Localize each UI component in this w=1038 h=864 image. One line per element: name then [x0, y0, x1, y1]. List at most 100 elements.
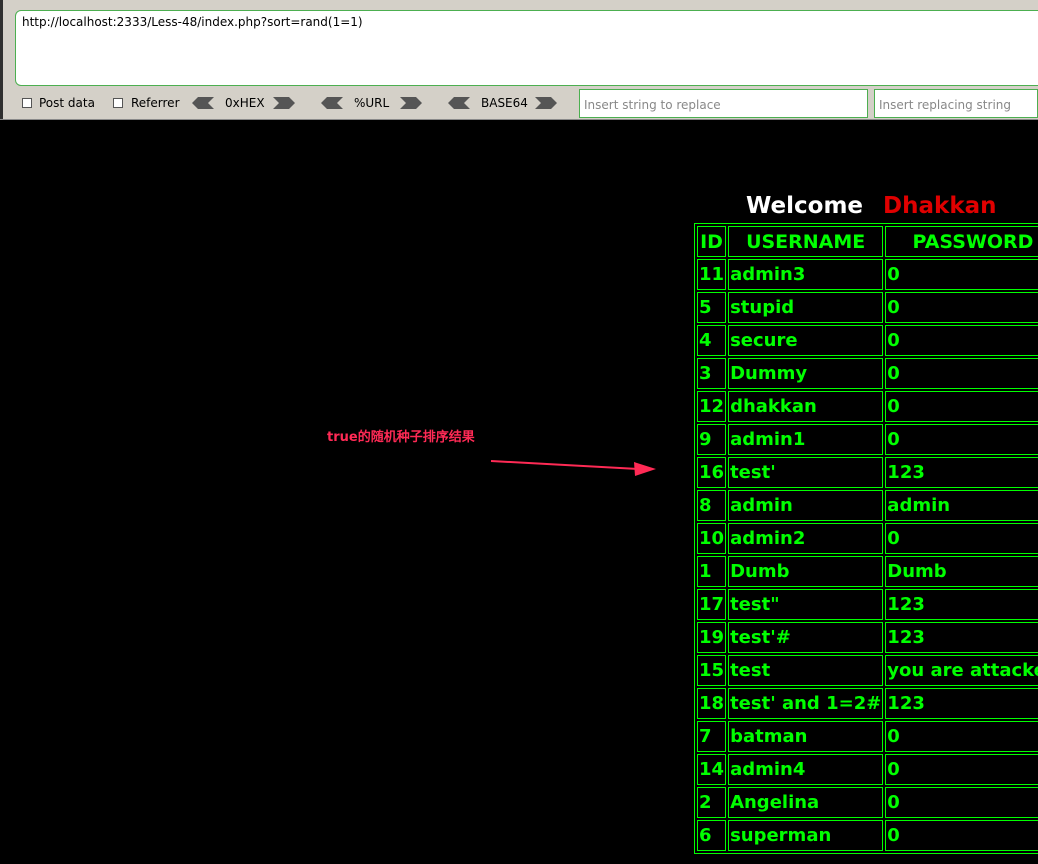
- table-row: 12 dhakkan 0: [697, 391, 1038, 422]
- table-row: 4 secure 0: [697, 325, 1038, 356]
- cell-password: 0: [885, 754, 1038, 785]
- cell-id: 16: [697, 457, 727, 488]
- cell-id: 7: [697, 721, 727, 752]
- cell-username: test': [728, 457, 884, 488]
- table-row: 18 test' and 1=2# 123: [697, 688, 1038, 719]
- hackbar-options-row: Post data Referrer 0xHEX %URL BASE64 Ins…: [0, 89, 1038, 118]
- users-table: ID USERNAME PASSWORD 11 admin3 0 5 stupid 0 4 s…: [694, 223, 1038, 854]
- table-row: 10 admin2 0: [697, 523, 1038, 554]
- cell-id: 8: [697, 490, 727, 521]
- cell-id: 5: [697, 292, 727, 323]
- table-row: 1 Dumb Dumb: [697, 556, 1038, 587]
- cell-username: dhakkan: [728, 391, 884, 422]
- base64-label: BASE64: [481, 96, 528, 110]
- header-username: USERNAME: [728, 226, 884, 257]
- cell-username: Dummy: [728, 358, 884, 389]
- post-data-label: Post data: [39, 96, 95, 110]
- cell-username: admin2: [728, 523, 884, 554]
- cell-password: admin: [885, 490, 1038, 521]
- cell-username: batman: [728, 721, 884, 752]
- cell-password: 0: [885, 523, 1038, 554]
- cell-password: 0: [885, 358, 1038, 389]
- cell-password: 0: [885, 721, 1038, 752]
- header-password: PASSWORD: [885, 226, 1038, 257]
- cell-id: 15: [697, 655, 727, 686]
- url-textarea[interactable]: http://localhost:2333/Less-48/index.php?…: [15, 10, 1038, 86]
- hackbar-toolbar: http://localhost:2333/Less-48/index.php?…: [0, 0, 1038, 120]
- cell-id: 6: [697, 820, 727, 851]
- cell-username: test: [728, 655, 884, 686]
- cell-password: 0: [885, 820, 1038, 851]
- cell-id: 3: [697, 358, 727, 389]
- url-encode-arrow-icon[interactable]: [400, 97, 422, 109]
- table-row: 2 Angelina 0: [697, 787, 1038, 818]
- replace-string-input[interactable]: Insert string to replace: [579, 89, 868, 118]
- cell-username: admin3: [728, 259, 884, 290]
- replacing-string-input[interactable]: Insert replacing string: [874, 89, 1038, 118]
- cell-username: admin1: [728, 424, 884, 455]
- cell-password: 0: [885, 424, 1038, 455]
- base64-decode-arrow-icon[interactable]: [448, 97, 470, 109]
- cell-id: 14: [697, 754, 727, 785]
- url-label: %URL: [354, 96, 390, 110]
- cell-password: 0: [885, 259, 1038, 290]
- cell-id: 12: [697, 391, 727, 422]
- cell-id: 11: [697, 259, 727, 290]
- cell-password: 0: [885, 787, 1038, 818]
- cell-username: stupid: [728, 292, 884, 323]
- table-row: 19 test'# 123: [697, 622, 1038, 653]
- cell-username: Dumb: [728, 556, 884, 587]
- cell-password: 123: [885, 457, 1038, 488]
- cell-password: 123: [885, 622, 1038, 653]
- cell-username: secure: [728, 325, 884, 356]
- table-row: 17 test" 123: [697, 589, 1038, 620]
- hex-encode-arrow-icon[interactable]: [273, 97, 295, 109]
- cell-username: Angelina: [728, 787, 884, 818]
- cell-password: you are attacked: [885, 655, 1038, 686]
- cell-password: 0: [885, 325, 1038, 356]
- cell-id: 4: [697, 325, 727, 356]
- referrer-label: Referrer: [131, 96, 180, 110]
- header-id: ID: [697, 226, 727, 257]
- annotation-label: true的随机种子排序结果: [327, 430, 475, 445]
- hex-label: 0xHEX: [225, 96, 265, 110]
- cell-id: 19: [697, 622, 727, 653]
- table-row: 8 admin admin: [697, 490, 1038, 521]
- cell-id: 17: [697, 589, 727, 620]
- url-decode-arrow-icon[interactable]: [321, 97, 343, 109]
- cell-password: 123: [885, 688, 1038, 719]
- post-data-checkbox[interactable]: [22, 98, 32, 108]
- table-row: 7 batman 0: [697, 721, 1038, 752]
- table-row: 16 test' 123: [697, 457, 1038, 488]
- base64-encode-arrow-icon[interactable]: [535, 97, 557, 109]
- referrer-checkbox[interactable]: [113, 98, 123, 108]
- cell-password: 0: [885, 391, 1038, 422]
- hex-decode-arrow-icon[interactable]: [192, 97, 214, 109]
- cell-id: 2: [697, 787, 727, 818]
- table-row: 11 admin3 0: [697, 259, 1038, 290]
- cell-password: Dumb: [885, 556, 1038, 587]
- cell-password: 123: [885, 589, 1038, 620]
- welcome-heading: Welcome Dhakkan: [746, 193, 997, 219]
- annotation-arrow-icon: [490, 460, 656, 476]
- cell-username: admin: [728, 490, 884, 521]
- cell-id: 9: [697, 424, 727, 455]
- cell-password: 0: [885, 292, 1038, 323]
- table-header-row: ID USERNAME PASSWORD: [697, 226, 1038, 257]
- table-body: 11 admin3 0 5 stupid 0 4 secure 0 3 Dummy 0 12 dhakka…: [697, 259, 1038, 851]
- cell-username: superman: [728, 820, 884, 851]
- table-row: 14 admin4 0: [697, 754, 1038, 785]
- user-name-text: Dhakkan: [883, 193, 997, 219]
- cell-id: 18: [697, 688, 727, 719]
- cell-username: admin4: [728, 754, 884, 785]
- cell-id: 10: [697, 523, 727, 554]
- cell-id: 1: [697, 556, 727, 587]
- table-row: 3 Dummy 0: [697, 358, 1038, 389]
- welcome-text: Welcome: [746, 193, 864, 219]
- cell-username: test' and 1=2#: [728, 688, 884, 719]
- table-row: 9 admin1 0: [697, 424, 1038, 455]
- cell-username: test": [728, 589, 884, 620]
- table-row: 5 stupid 0: [697, 292, 1038, 323]
- table-row: 15testyou are attacked: [697, 655, 1038, 686]
- cell-username: test'#: [728, 622, 884, 653]
